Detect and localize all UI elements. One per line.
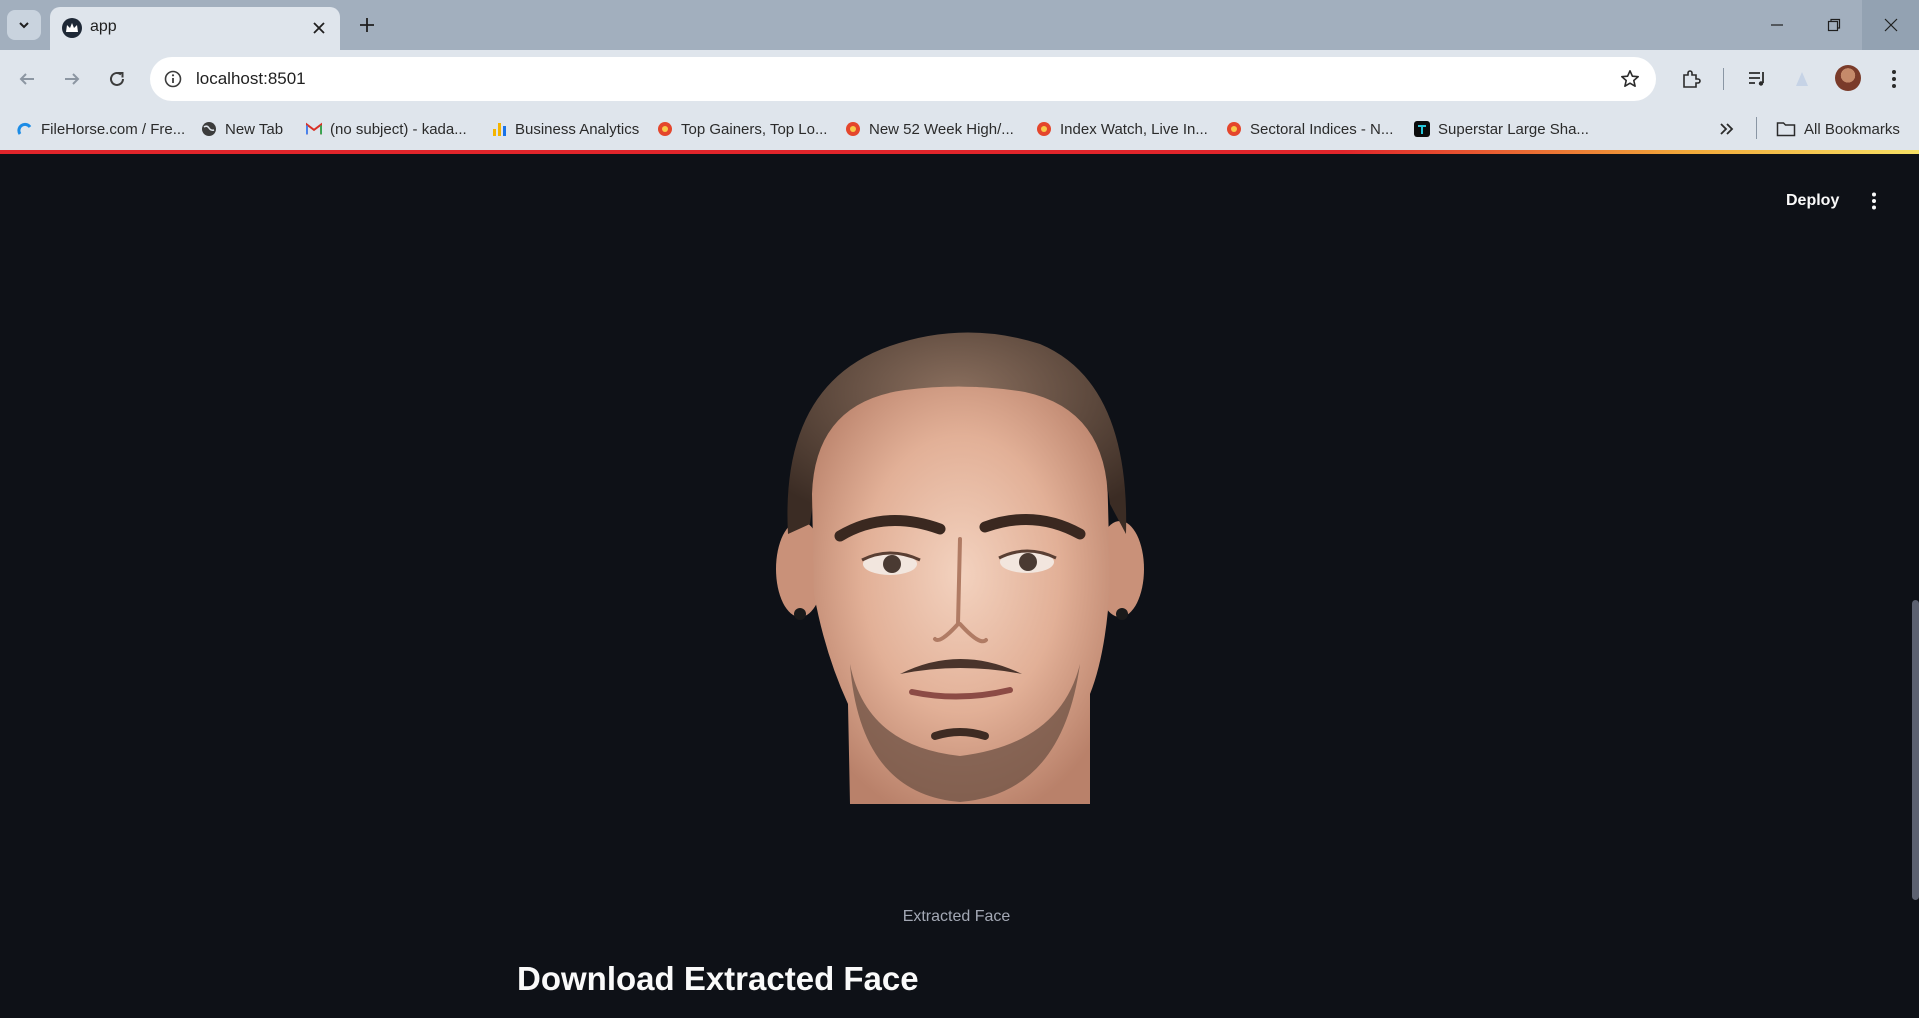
browser-menu-button[interactable] xyxy=(1877,62,1911,96)
media-queue-icon xyxy=(1749,72,1764,86)
restore-icon xyxy=(1827,18,1840,32)
bookmark-label: New 52 Week High/... xyxy=(869,120,1014,138)
extensions-button[interactable] xyxy=(1674,62,1708,96)
all-bookmarks-label: All Bookmarks xyxy=(1804,120,1900,138)
moneycontrol-icon xyxy=(1036,121,1052,137)
bookmarks-bar: FileHorse.com / Fre... New Tab (no subje… xyxy=(0,108,1919,150)
tab-title: app xyxy=(90,18,117,35)
close-window-button[interactable] xyxy=(1862,0,1919,50)
extracted-face-image xyxy=(776,332,1144,804)
double-chevron-right-icon xyxy=(1720,123,1734,135)
globe-icon xyxy=(201,121,217,137)
streamlit-crown-icon xyxy=(62,18,82,38)
chevron-down-icon xyxy=(19,22,29,29)
bookmark-index-watch[interactable]: Index Watch, Live In... xyxy=(1036,117,1208,141)
bookmark-new-tab[interactable]: New Tab xyxy=(201,117,283,141)
puzzle-icon xyxy=(1683,70,1701,88)
bookmark-label: FileHorse.com / Fre... xyxy=(41,120,186,138)
analytics-icon xyxy=(491,121,507,137)
page-scrollbar[interactable] xyxy=(1912,600,1919,900)
bookmark-label: Sectoral Indices - N... xyxy=(1250,120,1394,138)
bookmark-label: (no subject) - kada... xyxy=(330,120,467,138)
bookmarks-divider xyxy=(1756,117,1757,139)
site-info-icon[interactable] xyxy=(162,68,184,90)
bookmark-filehorse[interactable]: FileHorse.com / Fre... xyxy=(17,117,185,141)
forward-button[interactable] xyxy=(55,62,89,96)
profile-avatar[interactable] xyxy=(1835,65,1861,91)
reload-icon xyxy=(110,71,124,86)
bookmark-business-analytics[interactable]: Business Analytics xyxy=(491,117,639,141)
plus-icon xyxy=(360,18,374,32)
filehorse-icon xyxy=(17,121,33,137)
moneycontrol-icon xyxy=(1226,121,1242,137)
trendlyne-icon xyxy=(1414,121,1430,137)
new-tab-button[interactable] xyxy=(352,10,382,40)
bookmark-label: Business Analytics xyxy=(515,120,640,138)
folder-icon xyxy=(1776,122,1796,137)
minimize-icon xyxy=(1770,24,1783,26)
close-icon xyxy=(1884,18,1897,32)
minimize-button[interactable] xyxy=(1748,0,1805,50)
tab-strip: app xyxy=(0,0,1919,50)
extension-pin-icon xyxy=(1796,72,1808,86)
bookmark-superstar[interactable]: Superstar Large Sha... xyxy=(1414,117,1589,141)
back-button[interactable] xyxy=(10,62,44,96)
moneycontrol-icon xyxy=(845,121,861,137)
media-controls-button[interactable] xyxy=(1740,62,1774,96)
kebab-menu-icon xyxy=(1892,70,1896,88)
kebab-menu-icon xyxy=(1872,192,1876,210)
app-menu-button[interactable] xyxy=(1862,185,1886,217)
reload-button[interactable] xyxy=(100,62,134,96)
back-arrow-icon xyxy=(19,73,34,85)
window-controls xyxy=(1748,0,1919,50)
deploy-button[interactable]: Deploy xyxy=(1772,185,1853,217)
restore-button[interactable] xyxy=(1805,0,1862,50)
tab-search-button[interactable] xyxy=(7,10,41,40)
bookmark-sectoral-indices[interactable]: Sectoral Indices - N... xyxy=(1226,117,1393,141)
active-tab[interactable]: app xyxy=(50,7,340,50)
app-content: Deploy Extracted Face Download Extracted… xyxy=(0,154,1919,1018)
bookmark-star-icon[interactable] xyxy=(1618,67,1642,91)
bookmark-label: Top Gainers, Top Lo... xyxy=(681,120,828,138)
forward-arrow-icon xyxy=(65,73,80,85)
bookmark-label: Index Watch, Live In... xyxy=(1060,120,1208,138)
address-bar[interactable]: localhost:8501 xyxy=(150,57,1656,101)
bookmark-label: Superstar Large Sha... xyxy=(1438,120,1589,138)
gmail-icon xyxy=(306,121,322,137)
extension-pinned-button[interactable] xyxy=(1785,62,1819,96)
image-caption: Extracted Face xyxy=(902,908,1011,925)
moneycontrol-icon xyxy=(657,121,673,137)
close-tab-icon[interactable] xyxy=(308,17,330,39)
url-text: localhost:8501 xyxy=(196,69,306,88)
more-bookmarks-button[interactable] xyxy=(1715,117,1739,141)
bookmark-label: New Tab xyxy=(225,120,284,138)
bookmark-gmail[interactable]: (no subject) - kada... xyxy=(306,117,467,141)
toolbar-divider xyxy=(1723,68,1724,90)
all-bookmarks-button[interactable]: All Bookmarks xyxy=(1776,117,1900,141)
download-section-heading: Download Extracted Face xyxy=(517,960,919,997)
bookmark-52-week-high[interactable]: New 52 Week High/... xyxy=(845,117,1014,141)
bookmark-top-gainers[interactable]: Top Gainers, Top Lo... xyxy=(657,117,827,141)
